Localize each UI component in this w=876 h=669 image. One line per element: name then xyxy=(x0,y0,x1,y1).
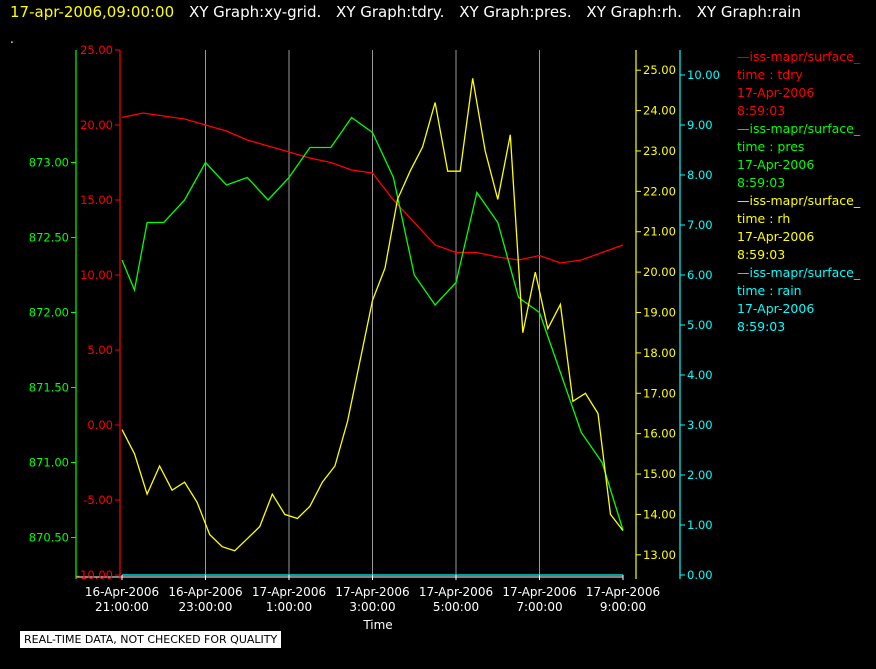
legend-entry-rain: —iss-mapr/surface_time : rain 17-Apr-2006… xyxy=(737,264,860,336)
x-tick-label-time: 23:00:00 xyxy=(179,600,233,614)
legend-source: —iss-mapr/surface_ xyxy=(737,193,861,208)
pres-tick-label: 872.00 xyxy=(29,306,69,320)
legend-time: 8:59:03 xyxy=(737,319,786,334)
rh-tick-label: 13.00 xyxy=(643,548,676,562)
legend-entry-pres: —iss-mapr/surface_time : pres 17-Apr-2006… xyxy=(737,120,860,192)
legend-source: —iss-mapr/surface_ xyxy=(737,265,861,280)
x-axis-ticks: 16-Apr-200621:00:0016-Apr-200623:00:0017… xyxy=(85,575,660,614)
x-tick-label-date: 16-Apr-2006 xyxy=(168,585,242,599)
x-tick-label-date: 17-Apr-2006 xyxy=(252,585,326,599)
rh-tick-label: 23.00 xyxy=(643,144,676,158)
pres-tick-label: 871.50 xyxy=(29,381,69,395)
rh-tick-label: 21.00 xyxy=(643,225,676,239)
rh-tick-label: 18.00 xyxy=(643,346,676,360)
tdry-tick-label: 5.00 xyxy=(87,343,113,357)
legend-date: 17-Apr-2006 xyxy=(737,157,815,172)
rh-tick-label: 25.00 xyxy=(643,63,676,77)
x-tick-label-date: 17-Apr-2006 xyxy=(335,585,409,599)
legend-entry-rh: —iss-mapr/surface_time : rh 17-Apr-2006 8:… xyxy=(737,192,860,264)
legend-date: 17-Apr-2006 xyxy=(737,301,815,316)
tdry-tick-label: 10.00 xyxy=(80,268,113,282)
rh-tick-label: 22.00 xyxy=(643,184,676,198)
tdry-tick-label: 15.00 xyxy=(80,193,113,207)
x-tick-label-time: 3:00:00 xyxy=(349,600,395,614)
x-tick-label-date: 17-Apr-2006 xyxy=(502,585,576,599)
x-tick-label-date: 17-Apr-2006 xyxy=(586,585,660,599)
rh-tick-label: 24.00 xyxy=(643,104,676,118)
rh-tick-label: 17.00 xyxy=(643,386,676,400)
legend-source: —iss-mapr/surface_ xyxy=(737,121,861,136)
rh-tick-label: 20.00 xyxy=(643,265,676,279)
legend-variable: time : rh xyxy=(737,211,791,226)
legend-variable: time : pres xyxy=(737,139,805,154)
rain-tick-label: 6.00 xyxy=(687,268,713,282)
legend-time: 8:59:03 xyxy=(737,247,786,262)
rain-tick-label: 7.00 xyxy=(687,218,713,232)
x-tick-label-time: 9:00:00 xyxy=(600,600,646,614)
x-tick-label-time: 1:00:00 xyxy=(266,600,312,614)
rain-tick-label: 1.00 xyxy=(687,518,713,532)
rain-tick-label: 2.00 xyxy=(687,468,713,482)
x-axis-label: Time xyxy=(362,618,392,632)
pres-tick-label: 871.00 xyxy=(29,456,69,470)
legend-time: 8:59:03 xyxy=(737,175,786,190)
tdry-tick-label: 0.00 xyxy=(87,418,113,432)
legend-date: 17-Apr-2006 xyxy=(737,229,815,244)
x-tick-label-time: 7:00:00 xyxy=(516,600,562,614)
axes: 870.50 871.00 871.50 872.00 872.50 873.00 -10.… xyxy=(29,43,720,582)
grid-lines xyxy=(205,50,540,575)
rain-tick-label: 3.00 xyxy=(687,418,713,432)
tdry-tick-label: -10.00 xyxy=(76,568,113,582)
rain-tick-label: 8.00 xyxy=(687,168,713,182)
legend-time: 8:59:03 xyxy=(737,103,786,118)
rain-tick-label: 0.00 xyxy=(687,568,713,582)
tdry-tick-label: -5.00 xyxy=(83,493,113,507)
x-tick-label-date: 17-Apr-2006 xyxy=(419,585,493,599)
tdry-tick-label: 25.00 xyxy=(80,43,113,57)
rh-tick-label: 19.00 xyxy=(643,306,676,320)
pres-tick-label: 870.50 xyxy=(29,531,69,545)
legend-source: —iss-mapr/surface_ xyxy=(737,49,861,64)
rh-tick-label: 14.00 xyxy=(643,507,676,521)
x-tick-label-date: 16-Apr-2006 xyxy=(85,585,159,599)
pres-tick-label: 872.50 xyxy=(29,231,69,245)
tdry-tick-label: 20.00 xyxy=(80,118,113,132)
rain-tick-label: 5.00 xyxy=(687,318,713,332)
rain-tick-label: 4.00 xyxy=(687,368,713,382)
legend-date: 17-Apr-2006 xyxy=(737,85,815,100)
x-tick-label-time: 21:00:00 xyxy=(95,600,149,614)
rain-tick-label: 9.00 xyxy=(687,118,713,132)
x-tick-label-time: 5:00:00 xyxy=(433,600,479,614)
rh-tick-label: 15.00 xyxy=(643,467,676,481)
pres-tick-label: 873.00 xyxy=(29,156,69,170)
rh-tick-label: 16.00 xyxy=(643,427,676,441)
legend-variable: time : tdry xyxy=(737,67,803,82)
quality-note: REAL-TIME DATA, NOT CHECKED FOR QUALITY xyxy=(20,631,282,648)
rain-tick-label: 10.00 xyxy=(687,68,720,82)
legend-variable: time : rain xyxy=(737,283,802,298)
legend-entry-tdry: —iss-mapr/surface_time : tdry 17-Apr-2006… xyxy=(737,48,860,120)
